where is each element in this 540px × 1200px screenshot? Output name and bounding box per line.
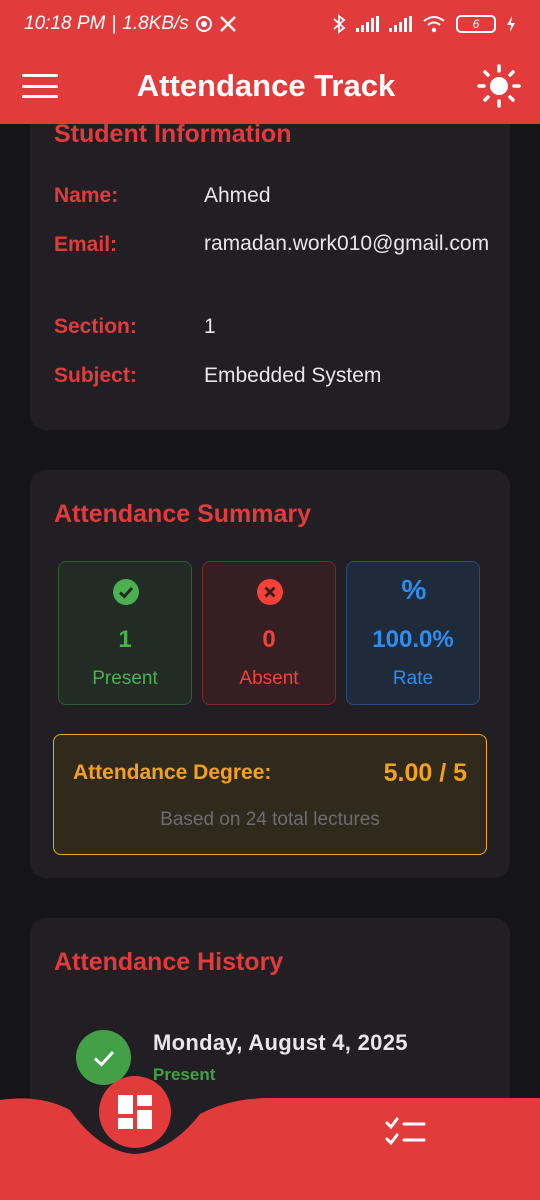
absent-stat: 0 Absent	[202, 561, 336, 705]
menu-icon-line	[22, 95, 58, 98]
menu-icon-line	[22, 84, 58, 88]
status-divider: |	[111, 13, 117, 34]
battery-icon: 6	[456, 15, 496, 33]
checklist-icon	[385, 1117, 426, 1146]
absent-label: Absent	[239, 668, 299, 689]
dashboard-nav-button[interactable]	[99, 1076, 171, 1148]
info-label: Section:	[54, 315, 137, 338]
degree-value: 5.00 / 5	[383, 759, 467, 787]
attendance-summary-card: Attendance Summary 1 Present 0 Absent % …	[30, 470, 510, 878]
student-info-card: Student Information Name: Ahmed Email: r…	[30, 90, 510, 430]
signal-icon-2	[389, 16, 412, 32]
student-info-title: Student Information	[54, 120, 292, 148]
dashboard-icon	[118, 1095, 152, 1129]
check-circle-icon	[113, 579, 139, 605]
menu-icon-line	[22, 74, 58, 77]
theme-toggle-button[interactable]	[474, 61, 524, 111]
present-count: 1	[118, 626, 132, 653]
bottom-nav-background	[0, 1098, 540, 1200]
status-bar: 10:18 PM | 1.8KB/s 6	[0, 0, 540, 48]
attendance-degree-box: Attendance Degree: 5.00 / 5 Based on 24 …	[53, 734, 487, 855]
rate-label: Rate	[392, 668, 434, 689]
wifi-icon	[423, 16, 445, 33]
degree-note: Based on 24 total lectures	[160, 809, 380, 830]
checklist-nav-button[interactable]	[380, 1112, 432, 1152]
info-row-email: Email: ramadan.work010@gmail.com	[54, 227, 494, 261]
status-time: 10:18 PM	[24, 13, 106, 34]
present-stat: 1 Present	[58, 561, 192, 705]
info-row-name: Name: Ahmed	[54, 184, 494, 208]
record-icon	[195, 16, 212, 32]
percent-icon: %	[401, 574, 427, 605]
info-value: Ahmed	[204, 184, 271, 207]
check-icon	[76, 1030, 131, 1085]
history-title: Attendance History	[54, 948, 284, 976]
degree-label: Attendance Degree:	[73, 761, 272, 784]
sun-icon	[477, 64, 521, 108]
info-label: Subject:	[54, 364, 137, 387]
summary-title: Attendance Summary	[54, 500, 312, 528]
info-row-section: Section: 1	[54, 315, 494, 339]
info-label: Email:	[54, 233, 118, 256]
info-value: ramadan.work010@gmail.com	[204, 232, 490, 255]
app-bar: Attendance Track	[0, 48, 540, 124]
battery-level: 6	[472, 17, 480, 31]
app-title: Attendance Track	[136, 68, 396, 103]
cancel-circle-icon	[257, 579, 283, 605]
menu-button[interactable]	[22, 74, 58, 98]
x-app-icon	[219, 16, 236, 32]
info-label: Name:	[54, 184, 119, 207]
rate-value: 100.0%	[372, 626, 454, 653]
info-value: 1	[204, 315, 216, 338]
charging-icon	[507, 16, 515, 32]
absent-count: 0	[262, 626, 276, 653]
signal-icon	[356, 16, 379, 32]
rate-stat: % 100.0% Rate	[346, 561, 480, 705]
history-date: Monday, August 4, 2025	[153, 1030, 408, 1055]
bottom-navigation	[0, 1076, 540, 1200]
present-label: Present	[92, 668, 158, 689]
history-status: Present	[153, 1065, 216, 1084]
info-row-subject: Subject: Embedded System	[54, 364, 494, 388]
status-speed: 1.8KB/s	[122, 13, 189, 34]
info-value: Embedded System	[204, 364, 382, 387]
bluetooth-icon	[333, 14, 346, 34]
